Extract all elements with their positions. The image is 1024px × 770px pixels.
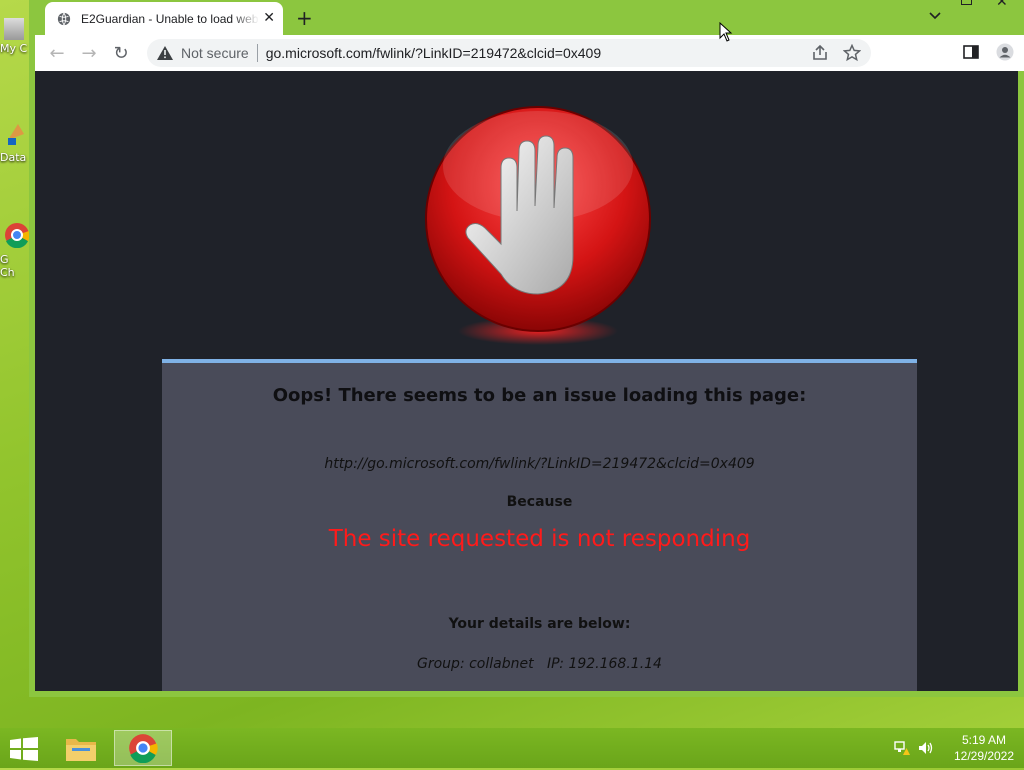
security-label[interactable]: Not secure [181,45,249,61]
new-tab-button[interactable]: + [296,6,313,30]
folder-icon [66,739,96,761]
share-icon[interactable] [811,44,829,62]
clock-time: 5:19 AM [961,733,1007,747]
desktop-icon-label: G Ch [0,253,15,279]
block-reason: The site requested is not responding [328,526,751,552]
tab-strip: E2Guardian - Unable to load web page ✕ +… [29,0,1024,35]
volume-icon[interactable] [918,740,934,756]
details-heading: Your details are below: [448,616,631,632]
taskbar-file-explorer[interactable] [52,730,110,766]
system-tray: 5:19 AM 12/29/2022 [894,728,1024,768]
bookmark-star-icon[interactable] [843,44,861,62]
profile-avatar-icon[interactable] [996,43,1014,61]
computer-icon [4,18,24,40]
browser-toolbar: ← → ↻ Not secure go.microsoft.com/fwlink… [35,35,1024,71]
stop-hand-icon [425,106,651,345]
network-warning-icon[interactable] [894,740,910,756]
chrome-icon [5,223,30,249]
url-text[interactable]: go.microsoft.com/fwlink/?LinkID=219472&c… [266,45,601,61]
taskbar-chrome[interactable] [114,730,172,766]
blocked-url: http://go.microsoft.com/fwlink/?LinkID=2… [324,456,755,472]
taskbar-clock[interactable]: 5:19 AM 12/29/2022 [944,732,1024,764]
tab-search-chevron-icon[interactable] [929,12,941,20]
desktop-icon-label: My C [0,42,28,55]
group-ip-line: Group: collabnet IP: 192.168.1.14 [417,656,662,672]
tab-close-icon[interactable]: ✕ [263,10,275,26]
maximize-button[interactable] [961,0,972,5]
chrome-icon [129,734,158,764]
because-label: Because [506,494,573,510]
forward-button[interactable]: → [73,43,105,64]
divider [256,44,258,62]
browser-window: E2Guardian - Unable to load web page ✕ +… [29,0,1024,697]
shortcut-app-icon [8,124,24,145]
error-heading: Oops! There seems to be an issue loading… [272,385,807,406]
clock-date: 12/29/2022 [953,749,1015,763]
side-panel-icon[interactable] [962,43,980,61]
tab-e2guardian[interactable]: E2Guardian - Unable to load web page ✕ [45,2,283,35]
omnibox-actions [811,44,861,62]
blocked-page: Oops! There seems to be an issue loading… [35,71,1018,691]
taskbar: 5:19 AM 12/29/2022 [0,728,1024,768]
warning-icon [157,46,173,60]
desktop-icon-label: Data [0,151,27,164]
mouse-cursor-icon [719,22,733,42]
tab-title: E2Guardian - Unable to load web page [81,11,259,26]
error-panel: Oops! There seems to be an issue loading… [162,359,917,691]
close-window-button[interactable]: ✕ [996,0,1008,10]
back-button[interactable]: ← [41,43,73,64]
windows-start-icon[interactable] [10,737,38,761]
reload-button[interactable]: ↻ [105,43,137,64]
globe-icon [57,12,71,25]
toolbar-right [962,43,1024,61]
address-bar[interactable]: Not secure go.microsoft.com/fwlink/?Link… [147,39,871,67]
